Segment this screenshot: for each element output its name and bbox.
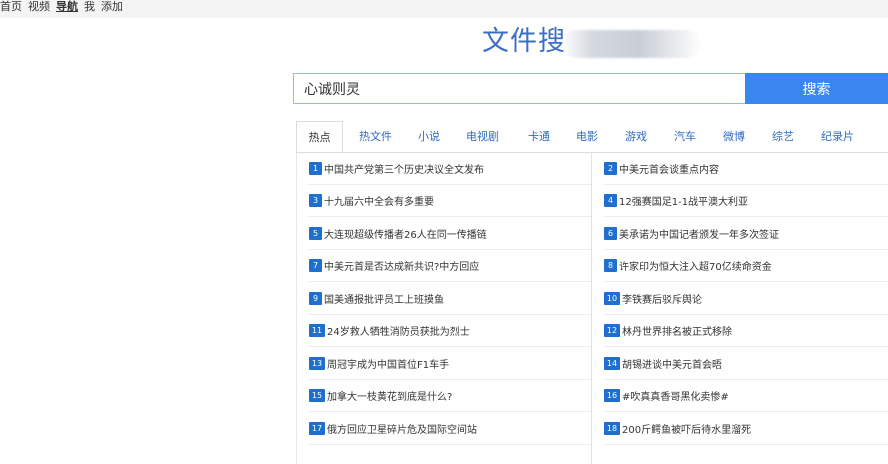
list-item-text: 200斤鳄鱼被吓后待水里溜死	[622, 425, 752, 436]
list-item[interactable]: 6 美承诺为中国记者颁发一年多次签证	[604, 218, 888, 250]
list-item-text: 24岁救人牺牲消防员获批为烈士	[327, 327, 470, 338]
list-item[interactable]: 18 200斤鳄鱼被吓后待水里溜死	[604, 413, 888, 445]
list-item-text: 许家印为恒大注入超70亿续命资金	[619, 262, 772, 273]
nav-home-link[interactable]: 首页	[0, 0, 22, 13]
rank-badge: 10	[604, 292, 620, 305]
list-item-text: 胡锡进谈中美元首会晤	[622, 360, 722, 371]
list-item-text: 国美通报批评员工上班摸鱼	[324, 295, 444, 306]
list-item[interactable]: 2 中美元首会谈重点内容	[604, 153, 888, 185]
rank-badge: 7	[309, 259, 322, 272]
rank-badge: 17	[309, 422, 325, 435]
hot-list: 1 中国共产党第三个历史决议全文发布 2 中美元首会谈重点内容 3 十九届六中全会有多…	[296, 153, 888, 464]
list-item-text: 俄方回应卫星碎片危及国际空间站	[327, 425, 477, 436]
list-item-text: 中国共产党第三个历史决议全文发布	[324, 165, 484, 176]
list-item[interactable]: 15 加拿大一枝黄花到底是什么?	[309, 380, 591, 412]
tab-hot-files[interactable]: 热文件	[359, 121, 392, 152]
rank-badge: 18	[604, 422, 620, 435]
tab-tv-series[interactable]: 电视剧	[466, 121, 499, 152]
tab-game[interactable]: 游戏	[625, 121, 647, 152]
tab-cartoon[interactable]: 卡通	[528, 121, 550, 152]
site-title: 文件搜	[482, 26, 566, 57]
list-item[interactable]: 8 许家印为恒大注入超70亿续命资金	[604, 250, 888, 282]
list-item[interactable]: 5 大连现超级传播者26人在同一传播链	[309, 218, 591, 250]
list-item-text: 中美元首会谈重点内容	[619, 165, 719, 176]
search-button[interactable]: 搜索	[745, 73, 888, 104]
top-nav: 首页 视频 导航 我 添加	[0, 0, 123, 13]
list-left-border	[296, 153, 297, 464]
list-item-text: #吹真真香哥黑化卖惨#	[622, 392, 729, 403]
rank-badge: 15	[309, 389, 325, 402]
rank-badge: 4	[604, 194, 617, 207]
list-item[interactable]: 1 中国共产党第三个历史决议全文发布	[309, 153, 591, 185]
list-item-text: 李铁赛后驳斥舆论	[622, 295, 702, 306]
list-item-text: 大连现超级传播者26人在同一传播链	[324, 230, 487, 241]
list-item-text: 林丹世界排名被正式移除	[622, 327, 732, 338]
list-item[interactable]: 17 俄方回应卫星碎片危及国际空间站	[309, 413, 591, 445]
search-input[interactable]	[293, 73, 745, 104]
rank-badge: 3	[309, 194, 322, 207]
tab-documentary[interactable]: 纪录片	[821, 121, 854, 152]
tab-movie[interactable]: 电影	[576, 121, 598, 152]
nav-me-link[interactable]: 我	[84, 0, 95, 13]
top-bar	[0, 0, 888, 18]
tab-novel[interactable]: 小说	[418, 121, 440, 152]
nav-navigation-link[interactable]: 导航	[56, 0, 78, 13]
list-item[interactable]: 9 国美通报批评员工上班摸鱼	[309, 283, 591, 315]
tab-weibo[interactable]: 微博	[723, 121, 745, 152]
list-item[interactable]: 7 中美元首是否达成新共识?中方回应	[309, 250, 591, 282]
list-item-text: 十九届六中全会有多重要	[324, 197, 434, 208]
list-item-text: 美承诺为中国记者颁发一年多次签证	[619, 230, 779, 241]
rank-badge: 12	[604, 324, 620, 337]
search-box: 搜索	[293, 73, 888, 104]
list-item-text: 加拿大一枝黄花到底是什么?	[327, 392, 453, 403]
rank-badge: 16	[604, 389, 620, 402]
rank-badge: 8	[604, 259, 617, 272]
list-item-text: 周冠宇成为中国首位F1车手	[327, 360, 450, 371]
list-item[interactable]: 16 #吹真真香哥黑化卖惨#	[604, 380, 888, 412]
nav-add-link[interactable]: 添加	[101, 0, 123, 13]
rank-badge: 5	[309, 227, 322, 240]
tab-hot[interactable]: 热点	[296, 121, 343, 152]
list-item[interactable]: 10 李铁赛后驳斥舆论	[604, 283, 888, 315]
list-item[interactable]: 4 12强赛国足1-1战平澳大利亚	[604, 185, 888, 217]
tab-car[interactable]: 汽车	[674, 121, 696, 152]
list-item-text: 12强赛国足1-1战平澳大利亚	[619, 197, 749, 208]
rank-badge: 2	[604, 162, 617, 175]
list-column-divider	[591, 153, 592, 464]
list-item-text: 中美元首是否达成新共识?中方回应	[324, 262, 480, 273]
nav-video-link[interactable]: 视频	[28, 0, 50, 13]
category-tabs: 热点 热文件 小说 电视剧 卡通 电影 游戏 汽车 微博 综艺 纪录片	[296, 121, 888, 153]
rank-badge: 13	[309, 357, 325, 370]
rank-badge: 6	[604, 227, 617, 240]
list-item[interactable]: 14 胡锡进谈中美元首会晤	[604, 348, 888, 380]
rank-badge: 14	[604, 357, 620, 370]
rank-badge: 11	[309, 324, 325, 337]
list-item[interactable]: 11 24岁救人牺牲消防员获批为烈士	[309, 315, 591, 347]
title-redaction-blur	[562, 30, 702, 58]
rank-badge: 1	[309, 162, 322, 175]
list-item[interactable]: 13 周冠宇成为中国首位F1车手	[309, 348, 591, 380]
list-item[interactable]: 3 十九届六中全会有多重要	[309, 185, 591, 217]
list-item[interactable]: 12 林丹世界排名被正式移除	[604, 315, 888, 347]
tab-variety[interactable]: 综艺	[772, 121, 794, 152]
rank-badge: 9	[309, 292, 322, 305]
